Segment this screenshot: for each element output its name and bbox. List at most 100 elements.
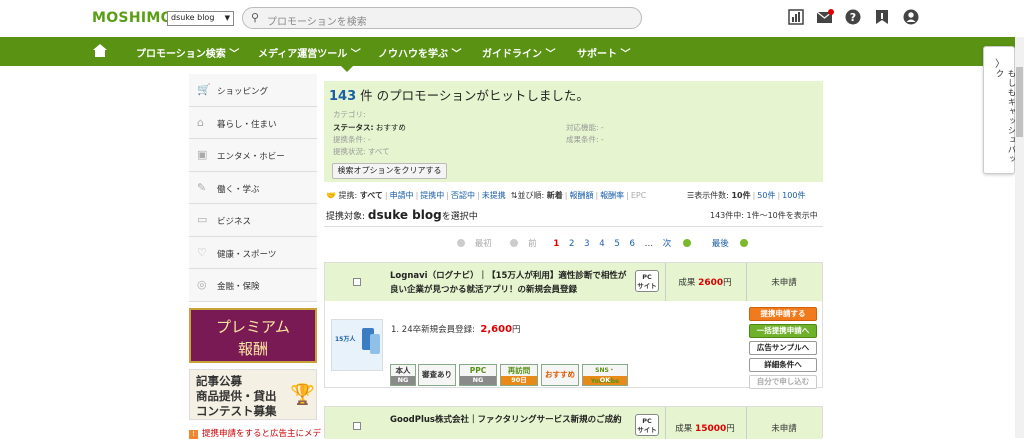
pager-page[interactable]: 6: [629, 239, 634, 249]
home-icon[interactable]: [92, 43, 108, 62]
reward-label: 成果: [678, 278, 696, 288]
premium-reward-banner[interactable]: プレミアム 報酬: [189, 308, 317, 363]
apply-button[interactable]: 提携申請する: [749, 307, 817, 321]
reward-unit: 円: [723, 278, 732, 288]
sidebar-item-health[interactable]: ♡ 健康・スポーツ: [189, 236, 317, 269]
sort-opt-rate[interactable]: 報酬率: [600, 191, 624, 200]
per-page-100[interactable]: 100件: [782, 191, 805, 200]
reward-unit: 円: [726, 424, 735, 434]
pagination: 最初 前 1 2 3 4 5 6 … 次 最後: [455, 237, 762, 249]
sidebar-item-entertainment[interactable]: ▣ エンタメ・ホビー: [189, 139, 317, 172]
pager-first[interactable]: 最初: [455, 239, 499, 249]
card-body: 15万人 1. 24卒新規会員登録: 2,600円 本人 NG 審査あり PPC N…: [325, 301, 822, 389]
pc-site-badge: PC サイト: [635, 414, 659, 436]
self-apply-button[interactable]: 自分で申し込む: [749, 375, 817, 389]
sidebar-item-finance[interactable]: ◎ 金融・保険: [189, 269, 317, 302]
promotion-title[interactable]: Lognavi（ログナビ）｜【15万人が利用】適性診断で相性が良い企業が見つかる…: [390, 269, 632, 297]
promotion-thumbnail[interactable]: 15万人: [331, 319, 383, 371]
partner-opt-none[interactable]: 未提携: [482, 191, 506, 200]
detail-button[interactable]: 詳細条件へ: [749, 358, 817, 372]
house-icon: ⌂: [197, 115, 204, 129]
sidebar-item-business[interactable]: ▭ ビジネス: [189, 204, 317, 237]
sort-icon: ⇅: [510, 191, 518, 200]
pager-last-label: 最後: [711, 239, 729, 249]
partner-opt-applying[interactable]: 申請中: [390, 191, 414, 200]
filter-condition: 提携条件: -: [333, 134, 371, 145]
prev-icon: [457, 239, 465, 247]
pager-page[interactable]: 3: [584, 239, 589, 249]
pager-page[interactable]: 2: [569, 239, 574, 249]
filter-device: 対応機能: -: [566, 122, 604, 133]
select-checkbox[interactable]: [353, 422, 361, 430]
tag: 再訪問 90日: [500, 364, 538, 386]
partner-opt-rejected[interactable]: 否認中: [451, 191, 475, 200]
nav-item-guideline[interactable]: ガイドライン ﹀: [482, 45, 555, 60]
pager-page[interactable]: 4: [599, 239, 604, 249]
user-icon[interactable]: [902, 9, 920, 27]
pager-next[interactable]: 次: [663, 239, 698, 249]
tag-label: おすすめ: [545, 370, 575, 379]
scrollbar-thumb[interactable]: [1016, 67, 1023, 137]
item-unit: 円: [512, 325, 521, 335]
partner-opt-partnered[interactable]: 提携中: [420, 191, 444, 200]
search-input[interactable]: プロモーションを検索: [267, 13, 367, 28]
sidebar-item-work[interactable]: ✎ 働く・学ぶ: [189, 171, 317, 204]
promotion-title[interactable]: GoodPlus株式会社｜ファクタリングサービス新規のご成約: [390, 413, 632, 427]
pager-next-label: 次: [662, 239, 672, 249]
pager-ellipsis: …: [644, 239, 654, 249]
report-icon[interactable]: [787, 9, 805, 27]
filter-value: おすすめ: [375, 123, 406, 132]
nav-item-knowhow[interactable]: ノウハウを学ぶ ﹀: [378, 45, 461, 60]
filter-label: 提携状況:: [333, 147, 366, 156]
sort-opt-reward[interactable]: 報酬額: [569, 191, 593, 200]
reward-value: 2600: [698, 278, 724, 288]
nav-item-support[interactable]: サポート ﹀: [577, 45, 630, 60]
banner-line: 記事公募: [196, 374, 242, 388]
pager-prev[interactable]: 前: [508, 239, 543, 249]
filter-label: 成果条件:: [566, 135, 599, 144]
reward: 成果 2600円: [665, 276, 745, 288]
mail-icon[interactable]: [816, 9, 834, 27]
nav-label: ノウハウを学ぶ: [378, 49, 448, 60]
logo[interactable]: MOSHIMO: [92, 10, 173, 26]
page-scrollbar[interactable]: [1015, 37, 1024, 438]
per-page-current[interactable]: 10件: [731, 191, 750, 200]
nav-item-promotion-search[interactable]: プロモーション検索 ﹀: [136, 45, 239, 60]
clear-options-button[interactable]: 検索オプションをクリアする: [332, 163, 447, 179]
status: 未申請: [771, 424, 797, 434]
sort-opt-epc[interactable]: EPC: [631, 191, 646, 200]
tag-label: SNS・YouTube: [590, 367, 620, 385]
next-icon: [740, 239, 749, 247]
card-header: Lognavi（ログナビ）｜【15万人が利用】適性診断で相性が良い企業が見つかる…: [325, 263, 822, 301]
reward-item: 1. 24卒新規会員登録: 2,600円: [391, 323, 521, 335]
sidebar-item-living[interactable]: ⌂ 暮らし・住まい: [189, 106, 317, 139]
nav-item-media-tools[interactable]: メディア運営ツール ﹀: [258, 45, 361, 60]
per-page-50[interactable]: 50件: [757, 191, 775, 200]
filter-category: カテゴリ:: [333, 109, 366, 120]
contest-banner[interactable]: 記事公募 商品提供・貸出 コンテスト募集 🏆: [189, 369, 317, 420]
sidebar-item-label: ショッピング: [217, 87, 269, 97]
notice-text[interactable]: ! 提携申請をすると広告主にメデ: [189, 427, 321, 439]
select-checkbox[interactable]: [353, 278, 361, 286]
banner-subtitle: 報酬: [237, 340, 268, 358]
cashback-side-tab[interactable]: 〉 もしもキャッシュバック: [983, 46, 1016, 174]
sidebar-item-shopping[interactable]: 🛒 ショッピング: [189, 74, 317, 107]
site-select[interactable]: dsuke blog ▼: [167, 11, 234, 26]
item-label: 1. 24卒新規会員登録:: [391, 325, 475, 335]
status: 未申請: [771, 278, 797, 288]
filter-label: ステータス:: [333, 123, 374, 132]
sort-current[interactable]: 新着: [547, 191, 563, 200]
tag-value: 90日: [501, 376, 537, 385]
pager-last[interactable]: 最後: [712, 239, 756, 249]
partner-all[interactable]: すべて: [360, 191, 383, 200]
bulk-apply-button[interactable]: 一括提携申請へ: [749, 324, 817, 338]
promotion-card: GoodPlus株式会社｜ファクタリングサービス新規のご成約 PC サイト 成果 …: [324, 406, 823, 439]
bookmark-icon[interactable]: [873, 9, 891, 27]
ad-sample-button[interactable]: 広告サンプルへ: [749, 341, 817, 355]
pager-page[interactable]: 5: [614, 239, 619, 249]
help-icon[interactable]: ?: [844, 9, 862, 27]
hit-text: 件 のプロモーションがヒットしました。: [360, 88, 589, 103]
tag-value: NG: [391, 376, 415, 385]
search-box[interactable]: ⚲ プロモーションを検索: [242, 7, 642, 29]
tag: 審査あり: [418, 364, 456, 386]
